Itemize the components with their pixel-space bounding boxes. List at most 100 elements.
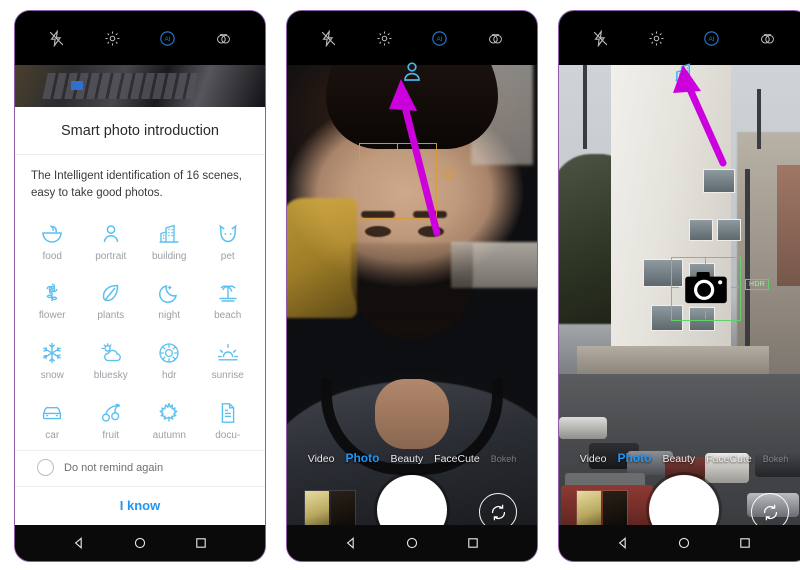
mode-beauty[interactable]: Beauty <box>662 453 695 465</box>
face-box-tick-top <box>397 143 399 152</box>
camera-topbar: AI <box>15 11 265 65</box>
recents-nav-icon[interactable] <box>737 536 752 551</box>
viewfinder-preview-strip <box>15 65 265 107</box>
settings-gear-icon[interactable] <box>101 27 123 49</box>
face-box-tick-right <box>426 179 435 181</box>
desk-blue-accent <box>71 81 83 90</box>
red-building-right <box>777 165 800 286</box>
android-navbar <box>559 525 800 561</box>
building-window <box>689 219 713 241</box>
scene-cell-bluesky: bluesky <box>82 331 141 391</box>
scene-cell-night: night <box>140 271 199 331</box>
ai-scene-icon[interactable]: AI <box>701 27 723 49</box>
sunrise-icon <box>215 340 241 366</box>
svg-text:AI: AI <box>709 36 715 43</box>
scene-label: building <box>152 250 187 262</box>
scene-label: beach <box>214 310 242 322</box>
svg-text:AI: AI <box>165 36 171 43</box>
camera-topbar: AI <box>559 11 800 65</box>
home-nav-icon[interactable] <box>404 536 419 551</box>
back-nav-icon[interactable] <box>616 536 631 551</box>
scene-cell-food: food <box>23 211 82 271</box>
cherry-icon <box>98 400 124 426</box>
document-icon <box>215 400 241 426</box>
focus-tick-bottom <box>705 311 707 319</box>
ai-scene-icon[interactable]: AI <box>157 27 179 49</box>
focus-tick-top <box>705 257 707 265</box>
scene-cell-fruit: fruit <box>82 390 141 450</box>
phone-3-building-scene: HDR AI Video Photo Beauty FaceCute Bokeh <box>558 10 800 562</box>
hdr-icon <box>156 340 182 366</box>
scene-cell-document: docu- <box>199 390 258 450</box>
subject-eye-right <box>418 226 444 237</box>
do-not-remind-row[interactable]: Do not remind again <box>15 450 265 486</box>
flash-off-icon[interactable] <box>318 27 340 49</box>
hdr-tag: HDR <box>745 279 770 290</box>
gallery-thumbnail[interactable] <box>305 491 355 527</box>
scene-label: pet <box>220 250 235 262</box>
settings-gear-icon[interactable] <box>645 27 667 49</box>
recents-nav-icon[interactable] <box>465 536 480 551</box>
phone-2-screen: AI Video Photo Beauty FaceCute Bokeh <box>287 11 537 561</box>
do-not-remind-radio[interactable] <box>37 459 54 476</box>
antenna-pole-right <box>757 89 761 149</box>
thumbnail-image-1 <box>577 491 601 527</box>
dialog-subtitle: The Intelligent identification of 16 sce… <box>31 170 242 199</box>
camera-topbar: AI <box>287 11 537 65</box>
scene-cell-plants: plants <box>82 271 141 331</box>
home-nav-icon[interactable] <box>132 536 147 551</box>
i-know-button[interactable]: I know <box>15 486 265 525</box>
home-nav-icon[interactable] <box>676 536 691 551</box>
mode-video[interactable]: Video <box>580 453 607 465</box>
mode-photo[interactable]: Photo <box>617 451 651 465</box>
camera-glyph-overlay <box>683 271 729 305</box>
scene-grid: food portrait building pet flower plants… <box>15 205 265 450</box>
building-window <box>703 169 735 193</box>
filter-icon[interactable] <box>212 27 234 49</box>
smart-photo-introduction-dialog: Smart photo introduction The Intelligent… <box>15 107 265 525</box>
scene-label: snow <box>40 370 64 381</box>
camera-mode-strip: Video Photo Beauty FaceCute Bokeh <box>287 451 537 465</box>
gallery-thumbnail[interactable] <box>577 491 627 527</box>
filter-icon[interactable] <box>756 27 778 49</box>
leaf-icon <box>98 280 124 306</box>
scene-cell-flower: flower <box>23 271 82 331</box>
mode-facecute[interactable]: FaceCute <box>434 453 480 465</box>
recents-nav-icon[interactable] <box>193 536 208 551</box>
face-detection-box <box>359 143 437 219</box>
flash-off-icon[interactable] <box>590 27 612 49</box>
exposure-sun-icon[interactable] <box>439 165 457 183</box>
back-nav-icon[interactable] <box>72 536 87 551</box>
scene-label: flower <box>38 310 66 322</box>
android-navbar <box>15 525 265 561</box>
flower-icon <box>39 280 65 306</box>
moon-icon <box>156 280 182 306</box>
mode-beauty[interactable]: Beauty <box>390 453 423 465</box>
back-nav-icon[interactable] <box>344 536 359 551</box>
mode-video[interactable]: Video <box>308 453 335 465</box>
flash-off-icon[interactable] <box>46 27 68 49</box>
scene-label: hdr <box>162 370 177 381</box>
bowl-icon <box>39 221 65 247</box>
mode-photo[interactable]: Photo <box>345 451 379 465</box>
portrait-scene-badge <box>398 59 426 85</box>
scene-label: car <box>45 429 60 441</box>
ai-scene-icon[interactable]: AI <box>429 27 451 49</box>
mode-facecute[interactable]: FaceCute <box>706 453 752 465</box>
settings-gear-icon[interactable] <box>373 27 395 49</box>
thumbnail-image-2 <box>331 491 355 527</box>
background-chair <box>287 198 357 318</box>
scene-label: autumn <box>152 429 186 441</box>
scene-cell-pet: pet <box>199 211 258 271</box>
building-scene-badge <box>670 59 698 85</box>
focus-tick-right <box>731 287 739 289</box>
scene-label: docu- <box>215 429 241 441</box>
filter-icon[interactable] <box>484 27 506 49</box>
scene-label: bluesky <box>93 370 128 381</box>
scene-cell-sunrise: sunrise <box>199 331 258 391</box>
mode-bokeh[interactable]: Bokeh <box>491 454 517 464</box>
antenna-pole-left <box>583 59 587 149</box>
boundary-wall <box>577 346 769 374</box>
mode-bokeh[interactable]: Bokeh <box>763 454 789 464</box>
dialog-title: Smart photo introduction <box>15 107 265 155</box>
